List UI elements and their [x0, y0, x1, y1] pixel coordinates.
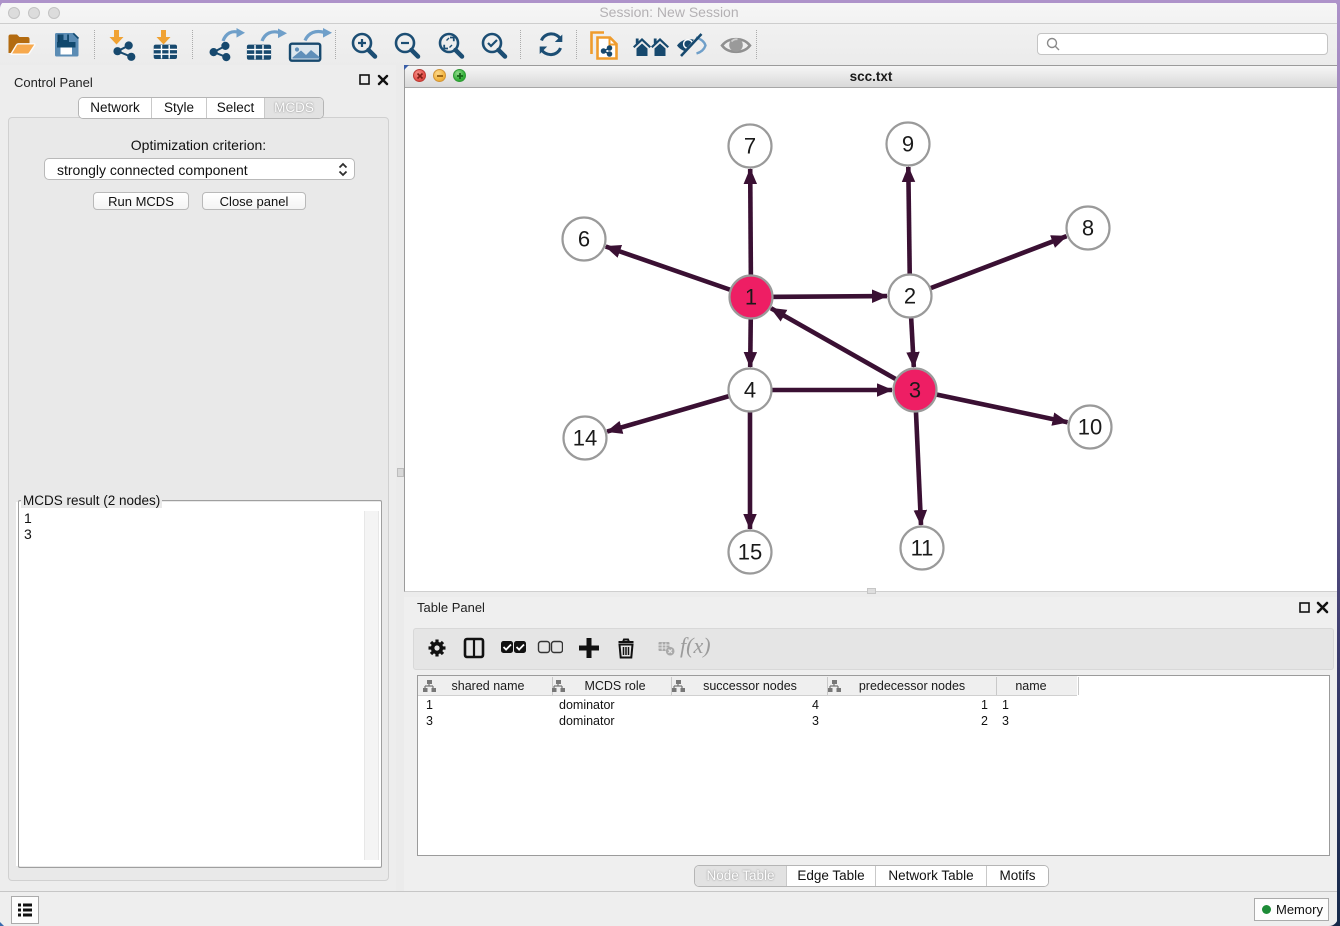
svg-text:MCDS role: MCDS role	[584, 679, 645, 693]
svg-text:15: 15	[738, 540, 762, 565]
svg-text:name: name	[1015, 679, 1046, 693]
svg-text:2: 2	[904, 284, 916, 309]
svg-text:14: 14	[573, 426, 597, 451]
svg-text:3: 3	[909, 378, 921, 403]
svg-text:shared name: shared name	[452, 679, 525, 693]
svg-text:1: 1	[745, 285, 757, 310]
svg-text:7: 7	[744, 134, 756, 159]
svg-text:predecessor nodes: predecessor nodes	[859, 679, 965, 693]
svg-text:6: 6	[578, 227, 590, 252]
svg-text:4: 4	[744, 378, 756, 403]
svg-text:11: 11	[911, 536, 934, 561]
svg-text:9: 9	[902, 132, 914, 157]
svg-text:10: 10	[1078, 415, 1102, 440]
svg-text:successor nodes: successor nodes	[703, 679, 797, 693]
svg-text:8: 8	[1082, 216, 1094, 241]
